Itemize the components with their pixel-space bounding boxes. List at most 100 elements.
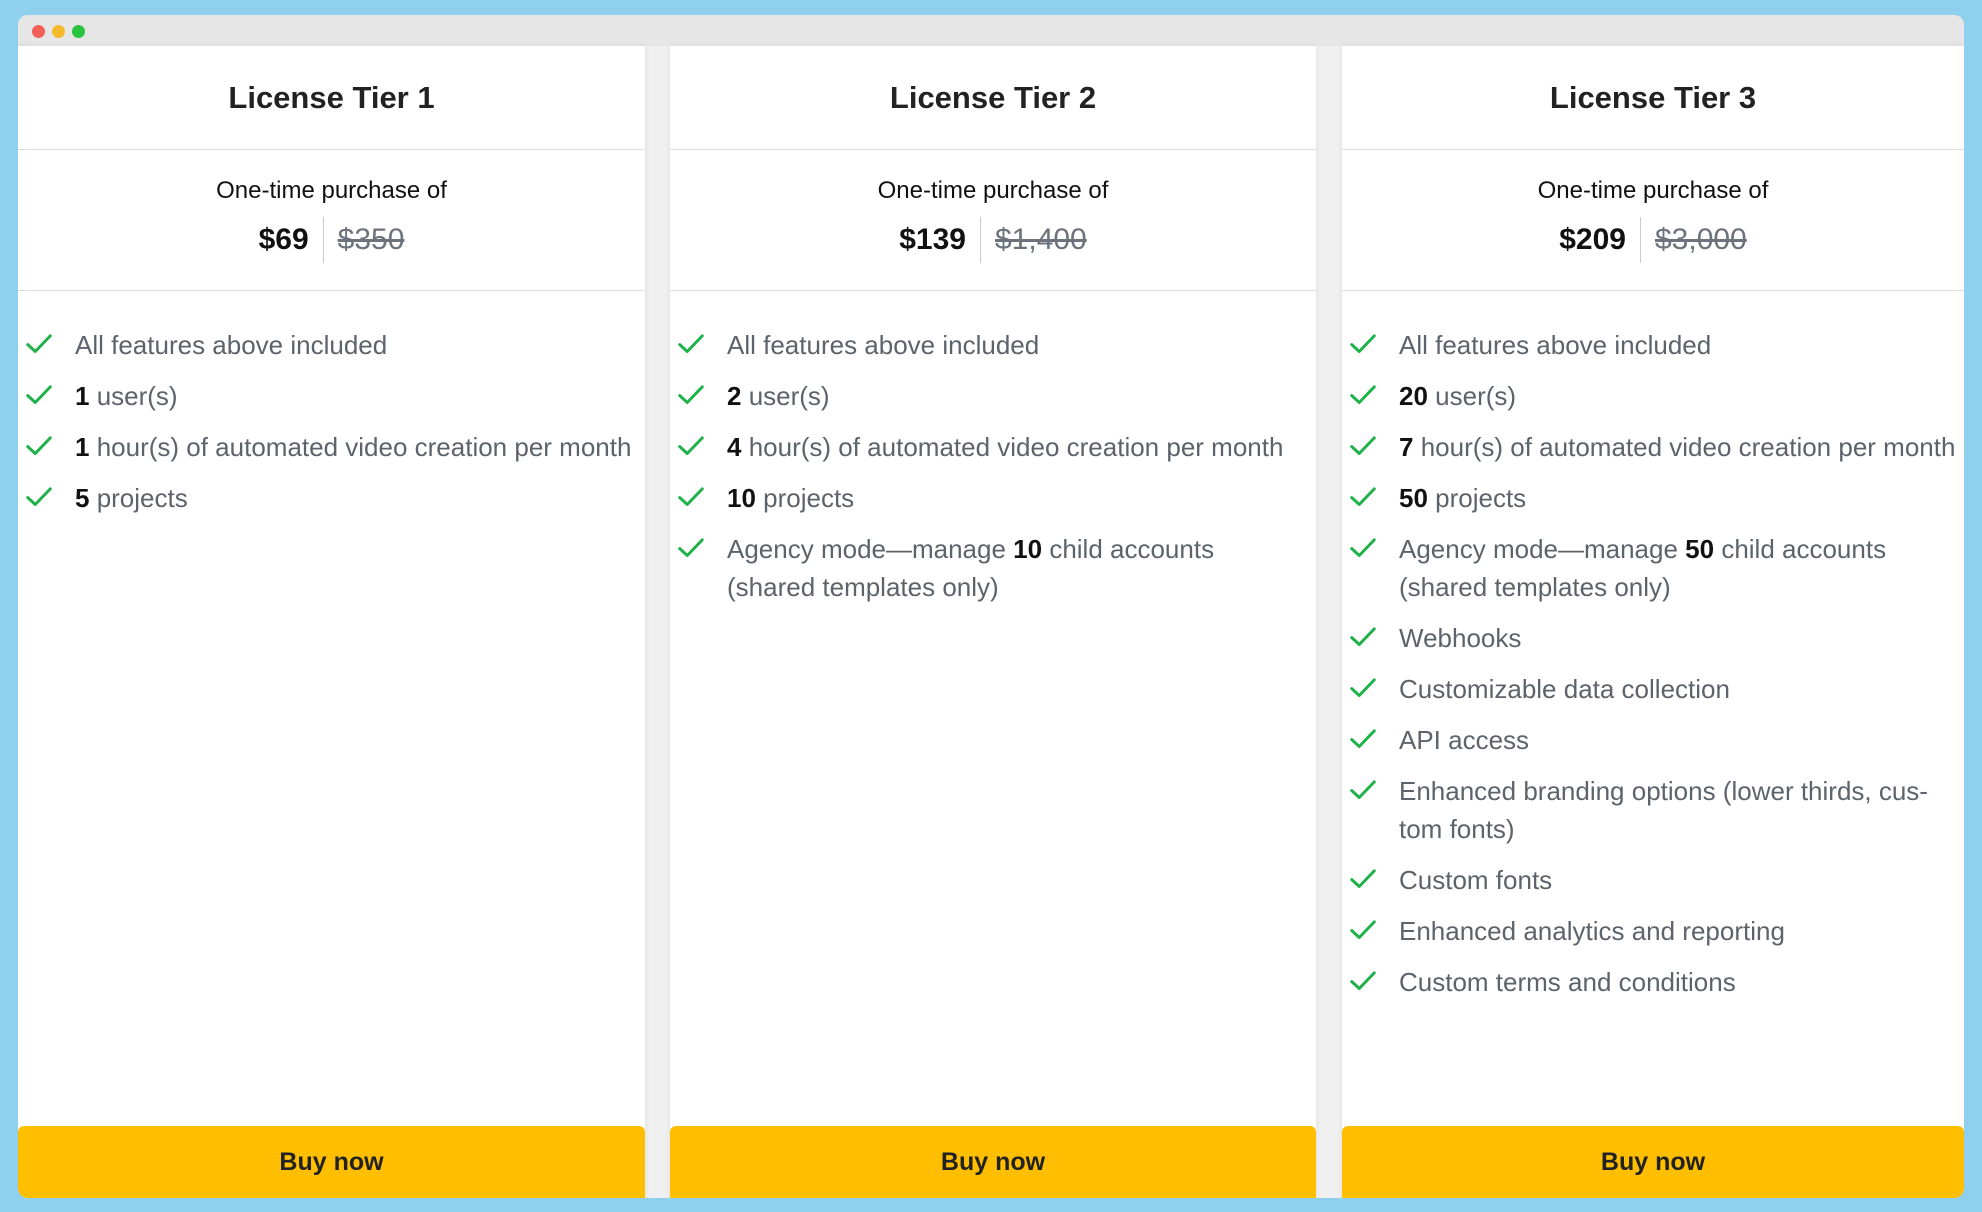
feature-text: 1 user(s) — [75, 377, 178, 415]
price-row: $139 $1,400 — [899, 217, 1087, 263]
feature-item: All features above included — [1342, 326, 1964, 364]
price-row: $69 $350 — [259, 217, 404, 263]
feature-text: Webhooks — [1399, 619, 1521, 657]
checkmark-icon — [26, 334, 52, 353]
checkmark-icon — [1350, 487, 1376, 506]
checkmark-icon — [26, 436, 52, 455]
checkmark-icon — [1350, 436, 1376, 455]
feature-post: user(s) — [89, 381, 178, 411]
maximize-window-icon[interactable] — [72, 25, 85, 38]
feature-item: 10 projects — [670, 479, 1316, 517]
feature-item: API access — [1342, 721, 1964, 759]
feature-count: 50 — [1685, 534, 1715, 564]
feature-item: 1 user(s) — [18, 377, 645, 415]
buy-now-button[interactable]: Buy now — [670, 1126, 1316, 1198]
checkmark-icon — [1350, 920, 1376, 939]
checkmark-icon — [678, 538, 704, 557]
feature-item: All features above included — [18, 326, 645, 364]
checkmark-icon — [678, 334, 704, 353]
checkmark-icon — [1350, 538, 1376, 557]
feature-count: 5 — [75, 483, 90, 513]
checkmark-icon — [1350, 627, 1376, 646]
feature-item: Enhanced branding options (lower thirds,… — [1342, 772, 1964, 848]
checkmark-icon — [1350, 971, 1376, 990]
current-price: $209 — [1559, 217, 1641, 263]
feature-post: All features above included — [75, 330, 388, 360]
feature-post: Customizable data collection — [1399, 674, 1730, 704]
tier-title: License Tier 2 — [889, 79, 1097, 115]
current-price: $139 — [899, 217, 981, 263]
feature-post: hour(s) of automated video creation per … — [741, 432, 1284, 462]
feature-text: 5 projects — [75, 479, 188, 517]
tier-card-2: License Tier 2 One-time purchase of $139… — [670, 46, 1316, 1198]
feature-count: 10 — [1013, 534, 1043, 564]
feature-text: Custom terms and conditions — [1399, 963, 1736, 1001]
feature-count: 1 — [75, 432, 90, 462]
feature-list: All features above included 20 user(s) 7 h… — [1342, 291, 1964, 1001]
checkmark-icon — [1350, 678, 1376, 697]
feature-text: 7 hour(s) of automated video creation pe… — [1399, 428, 1955, 466]
minimize-window-icon[interactable] — [52, 25, 65, 38]
feature-count: 1 — [75, 381, 90, 411]
feature-text: Agency mode—manage 10 child accounts (sh… — [727, 530, 1287, 606]
original-price: $1,400 — [994, 223, 1087, 256]
feature-post: user(s) — [1427, 381, 1517, 411]
feature-post: Webhooks — [1399, 623, 1522, 653]
feature-item: 20 user(s) — [1342, 377, 1964, 415]
price-block: One-time purchase of $69 $350 — [18, 150, 645, 291]
checkmark-icon — [1350, 869, 1376, 888]
feature-text: Agency mode—manage 50 child accounts (sh… — [1399, 530, 1959, 606]
feature-pre: Agency mode—manage — [1399, 534, 1686, 564]
feature-item: Custom fonts — [1342, 861, 1964, 899]
feature-count: 50 — [1399, 483, 1428, 513]
feature-item: Webhooks — [1342, 619, 1964, 657]
checkmark-icon — [1350, 780, 1376, 799]
feature-item: 2 user(s) — [670, 377, 1316, 415]
feature-count: 2 — [727, 381, 742, 411]
checkmark-icon — [1350, 729, 1376, 748]
tier-card-3: License Tier 3 One-time purchase of $209… — [1342, 46, 1964, 1198]
feature-count: 20 — [1399, 381, 1428, 411]
tier-card-1: License Tier 1 One-time purchase of $69 … — [18, 46, 645, 1198]
window-titlebar — [18, 15, 1964, 46]
feature-pre: Agency mode—manage — [727, 534, 1014, 564]
checkmark-icon — [678, 436, 704, 455]
feature-text: 2 user(s) — [727, 377, 830, 415]
feature-text: All features above included — [1399, 326, 1711, 364]
buy-now-button[interactable]: Buy now — [18, 1126, 645, 1198]
feature-post: projects — [89, 483, 188, 513]
current-price: $69 — [259, 217, 324, 263]
buy-now-button[interactable]: Buy now — [1342, 1126, 1964, 1198]
feature-item: Custom terms and conditions — [1342, 963, 1964, 1001]
feature-post: Enhanced analytics and reporting — [1399, 916, 1785, 946]
feature-item: 50 projects — [1342, 479, 1964, 517]
feature-post: All features above included — [727, 330, 1040, 360]
feature-item: 4 hour(s) of automated video creation pe… — [670, 428, 1316, 466]
feature-post: projects — [1427, 483, 1527, 513]
feature-text: All features above included — [75, 326, 387, 364]
feature-text: All features above included — [727, 326, 1039, 364]
feature-text: 50 projects — [1399, 479, 1526, 517]
feature-item: 7 hour(s) of automated video creation pe… — [1342, 428, 1964, 466]
tier-header: License Tier 2 — [670, 46, 1316, 150]
feature-item: Agency mode—manage 50 child accounts (sh… — [1342, 530, 1964, 606]
feature-post: hour(s) of automated video creation per … — [1413, 432, 1956, 462]
close-window-icon[interactable] — [32, 25, 45, 38]
price-caption: One-time purchase of — [216, 177, 447, 204]
tier-header: License Tier 3 — [1342, 46, 1964, 150]
checkmark-icon — [26, 385, 52, 404]
feature-text: Enhanced analytics and reporting — [1399, 912, 1785, 950]
feature-list: All features above included 2 user(s) 4 ho… — [670, 291, 1316, 606]
feature-post: All features above included — [1399, 330, 1712, 360]
feature-text: Customizable data collection — [1399, 670, 1730, 708]
feature-count: 10 — [727, 483, 756, 513]
browser-window: License Tier 1 One-time purchase of $69 … — [18, 15, 1964, 1198]
feature-count: 4 — [727, 432, 742, 462]
feature-post: API access — [1399, 725, 1530, 755]
feature-post: user(s) — [741, 381, 830, 411]
feature-text: Enhanced branding options (lower thirds,… — [1399, 772, 1959, 848]
feature-text: 1 hour(s) of automated video creation pe… — [75, 428, 631, 466]
feature-text: Custom fonts — [1399, 861, 1552, 899]
feature-item: Enhanced analytics and reporting — [1342, 912, 1964, 950]
checkmark-icon — [1350, 385, 1376, 404]
